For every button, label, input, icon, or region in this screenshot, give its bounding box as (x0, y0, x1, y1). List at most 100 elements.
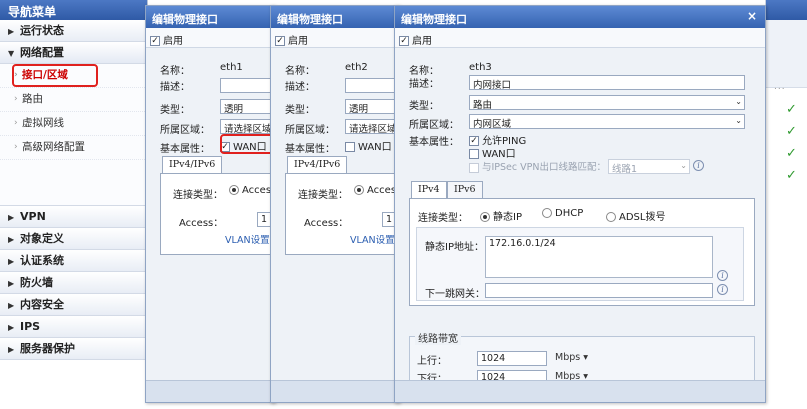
expand-arrow-icon: ▶ (8, 345, 15, 354)
vlan-settings-link[interactable]: VLAN设置 (350, 232, 395, 246)
name-label: 名称： (160, 66, 190, 77)
tab-ipv6[interactable]: IPv6 (447, 181, 483, 198)
dialog-footer (271, 380, 399, 402)
type-select[interactable]: 透明 (345, 99, 399, 114)
zone-label: 所属区域： (285, 125, 335, 136)
type-select[interactable]: 路由 ⌄ (469, 95, 745, 110)
ipsec-match-label: 与IPSec VPN出口线路匹配： (482, 162, 606, 173)
sidebar-item-status[interactable]: ▶ 运行状态 (0, 20, 147, 42)
zone-select[interactable]: 请选择区域 (220, 119, 274, 134)
static-ip-section: 静态IP地址： 172.16.0.1/24 i 下一跳网关： i (416, 227, 744, 301)
type-select[interactable]: 透明 (220, 99, 274, 114)
type-label: 类型： (160, 105, 190, 116)
sidebar-sub-virtual-wire[interactable]: › 虚拟网线 (0, 112, 147, 136)
access-radio[interactable] (229, 185, 239, 195)
gateway-input[interactable] (485, 283, 713, 298)
edit-interface-dialog-eth2: 编辑物理接口 ✓ 启用 名称： eth2 描述： 类型： 透明 所属区域： 请选择… (270, 5, 400, 403)
enable-label: 启用 (412, 36, 432, 47)
dialog-title: 编辑物理接口 (146, 6, 274, 28)
enable-checkbox[interactable]: ✓ (399, 36, 409, 46)
info-icon[interactable]: i (717, 270, 728, 281)
sidebar-item-content-security[interactable]: ▶ 内容安全 (0, 294, 147, 316)
expand-arrow-icon: ▶ (8, 257, 15, 266)
highlight-box (220, 134, 274, 154)
desc-input[interactable] (220, 78, 274, 93)
type-label: 类型： (285, 105, 315, 116)
sidebar-item-label: 内容安全 (20, 298, 64, 311)
conn-static-option[interactable]: 静态IP (480, 208, 522, 223)
sidebar-sub-route[interactable]: › 路由 (0, 88, 147, 112)
name-label: 名称： (285, 66, 315, 77)
wan-option[interactable]: WAN口 (469, 145, 516, 160)
wan-label: WAN口 (358, 142, 392, 153)
ip-textarea[interactable]: 172.16.0.1/24 (485, 236, 713, 278)
sidebar-item-network[interactable]: ▼ 网络配置 (0, 42, 147, 64)
sidebar-item-server-protect[interactable]: ▶ 服务器保护 (0, 338, 147, 360)
sidebar-spacer (0, 160, 147, 206)
sidebar-item-label: 对象定义 (20, 232, 64, 245)
check-icon: ✓ (786, 102, 797, 117)
background-list-panel: ... ✓ ✓ ✓ ✓ (765, 0, 807, 190)
name-value: eth1 (220, 62, 243, 73)
sidebar-item-label: 防火墙 (20, 276, 53, 289)
vlan-settings-link[interactable]: VLAN设置 (225, 232, 270, 246)
info-icon[interactable]: i (693, 160, 704, 171)
zone-select[interactable]: 内网区域 ⌄ (469, 114, 745, 129)
access-radio[interactable] (354, 185, 364, 195)
sidebar-item-ips[interactable]: ▶ IPS (0, 316, 147, 338)
enable-row: ✓ 启用 (395, 28, 765, 48)
ip-label: 静态IP地址： (425, 242, 484, 253)
sidebar-sub-label: 高级网络配置 (22, 141, 85, 153)
background-pager[interactable]: ... (774, 82, 786, 92)
sidebar-sub-label: 虚拟网线 (22, 117, 64, 129)
sidebar-title: 导航菜单 (0, 0, 147, 20)
wan-option[interactable]: WAN口 (345, 138, 392, 153)
attr-label: 基本属性： (285, 144, 335, 155)
check-icon: ✓ (786, 124, 797, 139)
sidebar-item-vpn[interactable]: ▶ VPN (0, 206, 147, 228)
expand-arrow-icon: ▶ (8, 279, 15, 288)
desc-input[interactable] (345, 78, 399, 93)
expand-arrow-icon: ▶ (8, 323, 15, 332)
wan-checkbox[interactable] (469, 149, 479, 159)
conn-access-option[interactable]: Access (229, 185, 274, 196)
edit-interface-dialog-eth3: 编辑物理接口 × ✓ 启用 名称： eth3 描述： 内网接口 类型： 路由 ⌄ 所… (394, 5, 766, 403)
gateway-label: 下一跳网关： (425, 289, 485, 300)
dhcp-radio[interactable] (542, 208, 552, 218)
name-value: eth3 (469, 62, 492, 73)
sidebar-item-label: 认证系统 (20, 254, 64, 267)
sidebar-sub-advanced-network[interactable]: › 高级网络配置 (0, 136, 147, 160)
sidebar-sub-interface-zone[interactable]: › 接口/区域 (0, 64, 147, 88)
enable-checkbox[interactable]: ✓ (150, 36, 160, 46)
line-select[interactable]: 线路1 ⌄ (608, 159, 690, 174)
tab-ipv4-ipv6[interactable]: IPv4/IPv6 (162, 156, 223, 173)
tab-ipv4-ipv6[interactable]: IPv4/IPv6 (287, 156, 348, 173)
zone-select[interactable]: 请选择区域 (345, 119, 399, 134)
info-icon[interactable]: i (717, 284, 728, 295)
ipsec-match-option[interactable]: 与IPSec VPN出口线路匹配： (469, 159, 606, 173)
conn-dhcp-option[interactable]: DHCP (542, 208, 583, 219)
desc-input[interactable]: 内网接口 (469, 75, 745, 90)
static-radio[interactable] (480, 212, 490, 222)
sub-arrow-icon: › (14, 94, 18, 104)
close-icon[interactable]: × (747, 9, 757, 23)
wan-checkbox[interactable] (345, 142, 355, 152)
expand-arrow-icon: ▶ (8, 235, 15, 244)
sidebar-item-label: 网络配置 (20, 46, 64, 59)
tab-ipv4[interactable]: IPv4 (411, 181, 447, 198)
sidebar-item-auth[interactable]: ▶ 认证系统 (0, 250, 147, 272)
ipsec-match-checkbox[interactable] (469, 162, 479, 173)
sidebar-item-objects[interactable]: ▶ 对象定义 (0, 228, 147, 250)
conn-type-label: 连接类型： (298, 190, 348, 201)
type-label: 类型： (409, 101, 439, 112)
highlight-box (12, 64, 98, 87)
expand-arrow-icon: ▶ (8, 213, 15, 222)
check-icon: ✓ (786, 168, 797, 183)
adsl-radio[interactable] (606, 212, 616, 222)
sidebar-item-firewall[interactable]: ▶ 防火墙 (0, 272, 147, 294)
upload-unit-select[interactable]: Mbps ▾ (555, 352, 588, 363)
conn-adsl-option[interactable]: ADSL拨号 (606, 208, 665, 223)
enable-checkbox[interactable]: ✓ (275, 36, 285, 46)
enable-label: 启用 (288, 36, 308, 47)
upload-input[interactable]: 1024 (477, 351, 547, 366)
